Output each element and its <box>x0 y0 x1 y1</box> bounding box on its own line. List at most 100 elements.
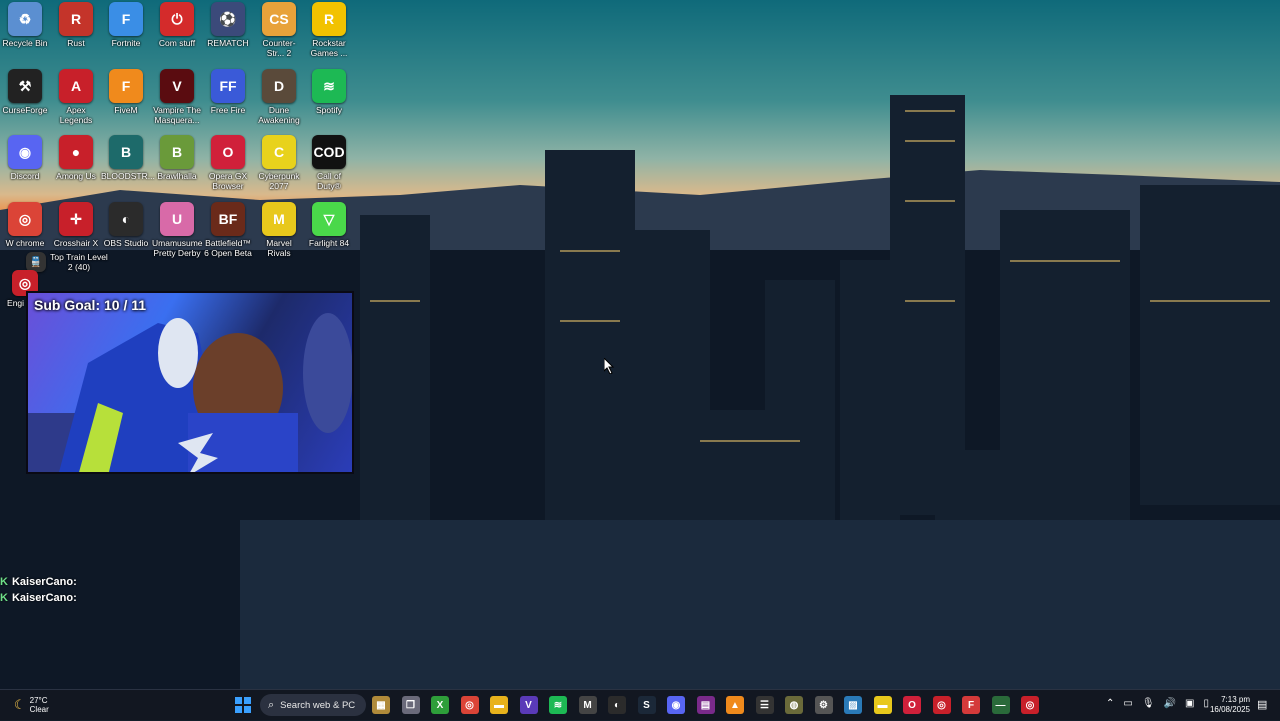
notes-icon[interactable]: ▬ <box>873 696 892 714</box>
weather-widget[interactable]: ☾ 27°C Clear <box>14 696 49 714</box>
rockstar-icon: R <box>312 2 346 36</box>
steam-icon[interactable]: S <box>637 696 656 714</box>
desktop-icon-label: OBS Studio <box>103 238 149 248</box>
chat-username: KaiserCano: <box>11 592 77 604</box>
desktop-icon[interactable]: V Vampire The Masquera... <box>152 69 202 125</box>
app-icon[interactable]: ◍ <box>785 696 803 714</box>
desktop-icon[interactable]: FF Free Fire <box>203 69 253 115</box>
app-icon[interactable]: ◎ <box>932 696 951 714</box>
desktop-icon[interactable]: ⚒ CurseForge <box>0 69 50 115</box>
rematch-icon: ⚽ <box>211 2 245 36</box>
desktop-icon[interactable]: ◐ OBS Studio <box>101 202 151 248</box>
windows-logo-icon <box>235 706 242 713</box>
mouse-cursor-icon <box>604 358 615 374</box>
desktop-icon[interactable]: F Fortnite <box>101 2 151 48</box>
umamusume-icon: U <box>160 202 194 236</box>
cyberpunk-icon: C <box>262 135 296 169</box>
app-icon[interactable]: ☰ <box>755 696 774 714</box>
photos-icon[interactable]: ▨ <box>844 696 862 714</box>
desktop-icon-label: Crosshair X <box>53 238 99 248</box>
desktop-icon[interactable]: ◉ Discord <box>0 135 50 181</box>
desktop-icon-label: W chrome <box>5 238 45 248</box>
start-button[interactable] <box>235 697 251 713</box>
chrome-icon[interactable]: ◎ <box>460 696 479 714</box>
counter-strike-icon: CS <box>262 2 296 36</box>
vampire-icon: V <box>160 69 194 103</box>
desktop-icon[interactable]: R Rust <box>51 2 101 48</box>
moon-icon: ☾ <box>14 697 26 712</box>
desktop-icon-label: Farlight 84 <box>308 238 350 248</box>
chevron-up-icon[interactable]: ⌃ <box>1106 698 1114 709</box>
desktop-icon[interactable]: O Opera GX Browser <box>203 135 253 191</box>
discord-icon[interactable]: ◉ <box>667 696 685 714</box>
opera-gx-icon[interactable]: O <box>903 696 921 714</box>
desktop-icon[interactable]: M Marvel Rivals <box>254 202 304 258</box>
desktop-icon-label: Top Train Level 2 (40) <box>50 252 108 272</box>
windows-logo-icon <box>244 706 251 713</box>
network-icon[interactable]: ▣ <box>1185 698 1194 709</box>
xbox-icon[interactable]: X <box>431 696 449 714</box>
app-icon[interactable]: F <box>962 696 980 714</box>
desktop-icon-label: Dune Awakening <box>258 105 300 125</box>
desktop-icon[interactable]: ≋ Spotify <box>304 69 354 115</box>
search-box[interactable]: ⌕ Search web & PC <box>260 694 366 716</box>
clock[interactable]: 7:13 pm 16/08/2025 <box>1198 695 1250 715</box>
desktop-icon[interactable]: U Umamusume Pretty Derby <box>152 202 203 258</box>
desktop-icon[interactable]: COD Call of Duty® <box>304 135 354 191</box>
widgets-icon[interactable]: ▦ <box>372 696 390 714</box>
marvel-rivals-icon: M <box>262 202 296 236</box>
free-fire-icon: FF <box>211 69 245 103</box>
chat-username: KaiserCano: <box>11 576 77 588</box>
clock-date: 16/08/2025 <box>1209 705 1250 714</box>
vlc-icon[interactable]: ▲ <box>726 696 744 714</box>
desktop-icon[interactable]: BF Battlefield™ 6 Open Beta <box>203 202 253 258</box>
desktop-icon[interactable]: B Brawlhalla <box>152 135 202 181</box>
msi-icon[interactable]: M <box>578 696 597 714</box>
streamer-video <box>28 313 352 472</box>
desktop-icon[interactable]: ✛ Crosshair X <box>51 202 101 248</box>
app-icon[interactable]: ⚙ <box>814 696 833 714</box>
desktop-icon[interactable]: A Apex Legends <box>51 69 101 125</box>
visual-studio-icon[interactable]: V <box>519 696 538 714</box>
app-icon[interactable]: — <box>991 696 1010 714</box>
discord-icon: ◉ <box>8 135 42 169</box>
desktop-icon[interactable]: ● Among Us <box>51 135 101 181</box>
app-icon[interactable]: ◎ <box>1021 696 1039 714</box>
desktop-icon[interactable]: CS Counter-Str... 2 <box>254 2 304 58</box>
desktop-icon[interactable]: R Rockstar Games ... <box>304 2 354 58</box>
search-placeholder: Search web & PC <box>280 699 356 711</box>
apex-icon: A <box>59 69 93 103</box>
desktop-icon[interactable]: ⚽ REMATCH <box>203 2 253 48</box>
desktop-icon-label: Umamusume Pretty Derby <box>152 238 203 258</box>
volume-icon[interactable]: 🔊 <box>1164 698 1176 709</box>
train-icon: 🚆 <box>26 252 46 272</box>
desktop-icon[interactable]: B BLOODSTR... <box>101 135 155 181</box>
farlight-icon: ▽ <box>312 202 346 236</box>
dune-icon: D <box>262 69 296 103</box>
chat-message: K KaiserCano: <box>0 576 77 588</box>
notification-icon[interactable]: ▤ <box>1257 698 1267 711</box>
spotify-icon[interactable]: ≋ <box>549 696 567 714</box>
fortnite-icon: F <box>109 2 143 36</box>
tray-app-icon[interactable]: ▭ <box>1123 698 1132 709</box>
microphone-icon[interactable]: 🎙 <box>1142 698 1155 709</box>
desktop-icon[interactable]: ⏻ Com stuff <box>152 2 202 48</box>
desktop-icon[interactable]: ◎ W chrome <box>0 202 50 248</box>
desktop-icon-label: Call of Duty® <box>316 171 342 191</box>
obs-icon: ◐ <box>109 202 143 236</box>
desktop-icon[interactable]: ▽ Farlight 84 <box>304 202 354 248</box>
chat-badge: K <box>0 592 8 604</box>
desktop-icon[interactable]: C Cyberpunk 2077 <box>254 135 304 191</box>
file-explorer-icon[interactable]: ▬ <box>490 696 508 714</box>
desktop-icon[interactable]: ♻ Recycle Bin <box>0 2 50 48</box>
desktop-icon[interactable]: F FiveM <box>101 69 151 115</box>
desktop-icon[interactable]: D Dune Awakening <box>254 69 304 125</box>
weather-temperature: 27°C <box>29 696 48 705</box>
battlefield-icon: BF <box>211 202 245 236</box>
task-view-icon[interactable]: ❐ <box>401 696 420 714</box>
sub-goal-counter: Sub Goal: 10 / 11 <box>34 297 147 313</box>
app-icon[interactable]: ▤ <box>696 696 715 714</box>
desktop-icon-label: Com stuff <box>158 38 196 48</box>
obs-icon[interactable]: ◐ <box>608 696 626 714</box>
desktop-icon-label: Marvel Rivals <box>266 238 292 258</box>
